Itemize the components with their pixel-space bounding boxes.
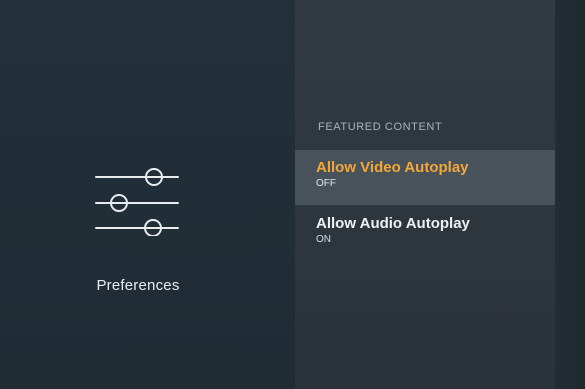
- featured-content-heading: FEATURED CONTENT: [318, 121, 443, 133]
- preferences-screen: Preferences FEATURED CONTENT Allow Video…: [0, 0, 585, 389]
- preferences-category-pane: Preferences: [0, 0, 295, 389]
- sliders-icon: [93, 164, 183, 237]
- allow-video-autoplay-value: OFF: [316, 178, 336, 189]
- allow-audio-autoplay-title: Allow Audio Autoplay: [316, 215, 470, 232]
- allow-video-autoplay-title: Allow Video Autoplay: [316, 159, 469, 176]
- edge-background-strip: [555, 0, 585, 389]
- allow-audio-autoplay-value: ON: [316, 234, 331, 245]
- allow-audio-autoplay-setting[interactable]: Allow Audio Autoplay ON: [295, 211, 555, 259]
- allow-video-autoplay-setting[interactable]: Allow Video Autoplay OFF: [295, 150, 555, 205]
- preferences-label: Preferences: [96, 277, 180, 294]
